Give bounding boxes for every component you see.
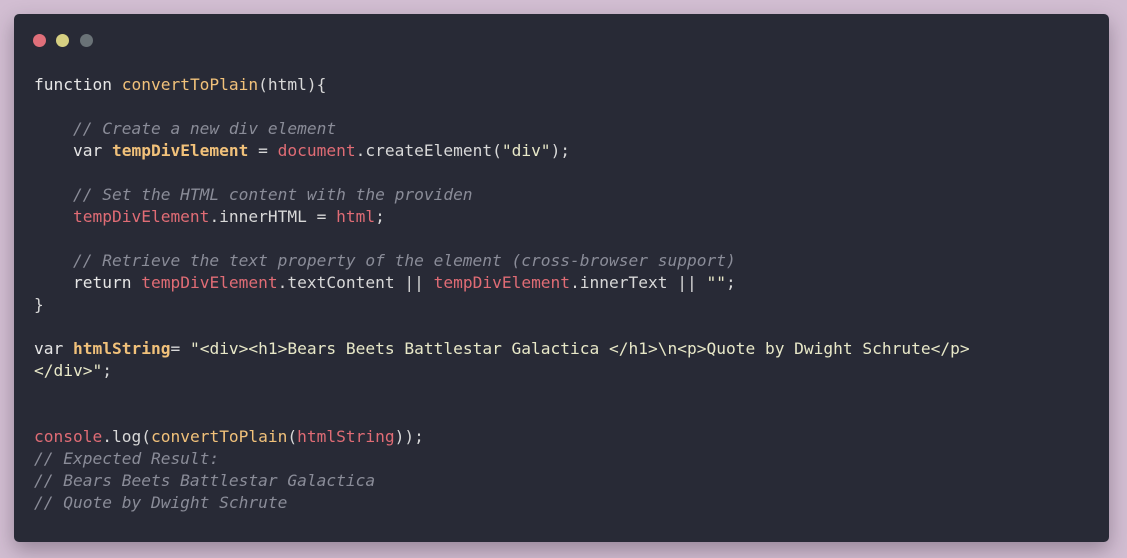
code-window: function convertToPlain(html){ // Create… [14,14,1109,542]
code-token: .log( [102,427,151,446]
code-token: // Retrieve the text property of the ele… [72,251,736,270]
maximize-dot-icon[interactable] [80,34,93,47]
code-token: ); [550,141,571,160]
code-token: // Set the HTML content with the provide… [72,185,473,204]
code-token: "" [706,273,727,292]
minimize-dot-icon[interactable] [56,34,69,47]
code-line: } [34,294,1099,316]
code-token: (html){ [258,75,327,94]
code-token: .textContent || [277,273,434,292]
code-token: console [34,427,103,446]
code-line: var tempDivElement = document.createElem… [34,140,1099,162]
code-token: = [170,339,190,358]
code-token: "<div><h1>Bears Beets Battlestar Galacti… [189,339,970,358]
code-token: ; [102,361,112,380]
code-token: tempDivElement [141,273,278,292]
code-token: htmlString [297,427,395,446]
code-token: tempDivElement [111,141,249,160]
code-line: tempDivElement.innerHTML = html; [34,206,1099,228]
code-line: // Retrieve the text property of the ele… [34,250,1099,272]
code-line: // Create a new div element [34,118,1099,140]
code-token: )); [394,427,424,446]
code-line: console.log(convertToPlain(htmlString)); [34,426,1099,448]
code-token: // Create a new div element [72,119,337,138]
code-token: return [72,273,142,292]
code-token: // Bears Beets Battlestar Galactica [34,471,376,490]
code-token: convertToPlain [121,75,259,94]
code-token: ; [375,207,385,226]
code-token: var [72,141,112,160]
code-line: // Bears Beets Battlestar Galactica [34,470,1099,492]
code-token: // Expected Result: [34,449,220,468]
code-token: ( [287,427,298,446]
code-token: ; [726,273,736,292]
code-token: function [34,75,122,94]
code-token: = [248,141,278,160]
code-line: // Set the HTML content with the provide… [34,184,1099,206]
code-line: </div>"; [34,360,1099,382]
code-token: tempDivElement [72,207,210,226]
close-dot-icon[interactable] [33,34,46,47]
code-line: function convertToPlain(html){ [34,74,1099,96]
code-token: .innerText || [570,273,707,292]
code-token: html [336,207,376,226]
code-line: // Quote by Dwight Schrute [34,492,1099,514]
code-token: htmlString [72,339,171,358]
code-token: convertToPlain [150,427,288,446]
code-block: function convertToPlain(html){ // Create… [34,74,1099,514]
code-token: // Quote by Dwight Schrute [34,493,288,512]
code-token: "div" [501,141,551,160]
code-token: var [34,339,73,358]
code-token: document [277,141,356,160]
code-token: </div>" [34,361,103,380]
code-token: .innerHTML = [209,207,337,226]
code-token: tempDivElement [433,273,571,292]
code-token: .createElement( [355,141,502,160]
code-token: } [34,295,44,314]
window-titlebar [14,14,1109,68]
code-line: return tempDivElement.textContent || tem… [34,272,1099,294]
code-line: // Expected Result: [34,448,1099,470]
code-line: var htmlString= "<div><h1>Bears Beets Ba… [34,338,1099,360]
